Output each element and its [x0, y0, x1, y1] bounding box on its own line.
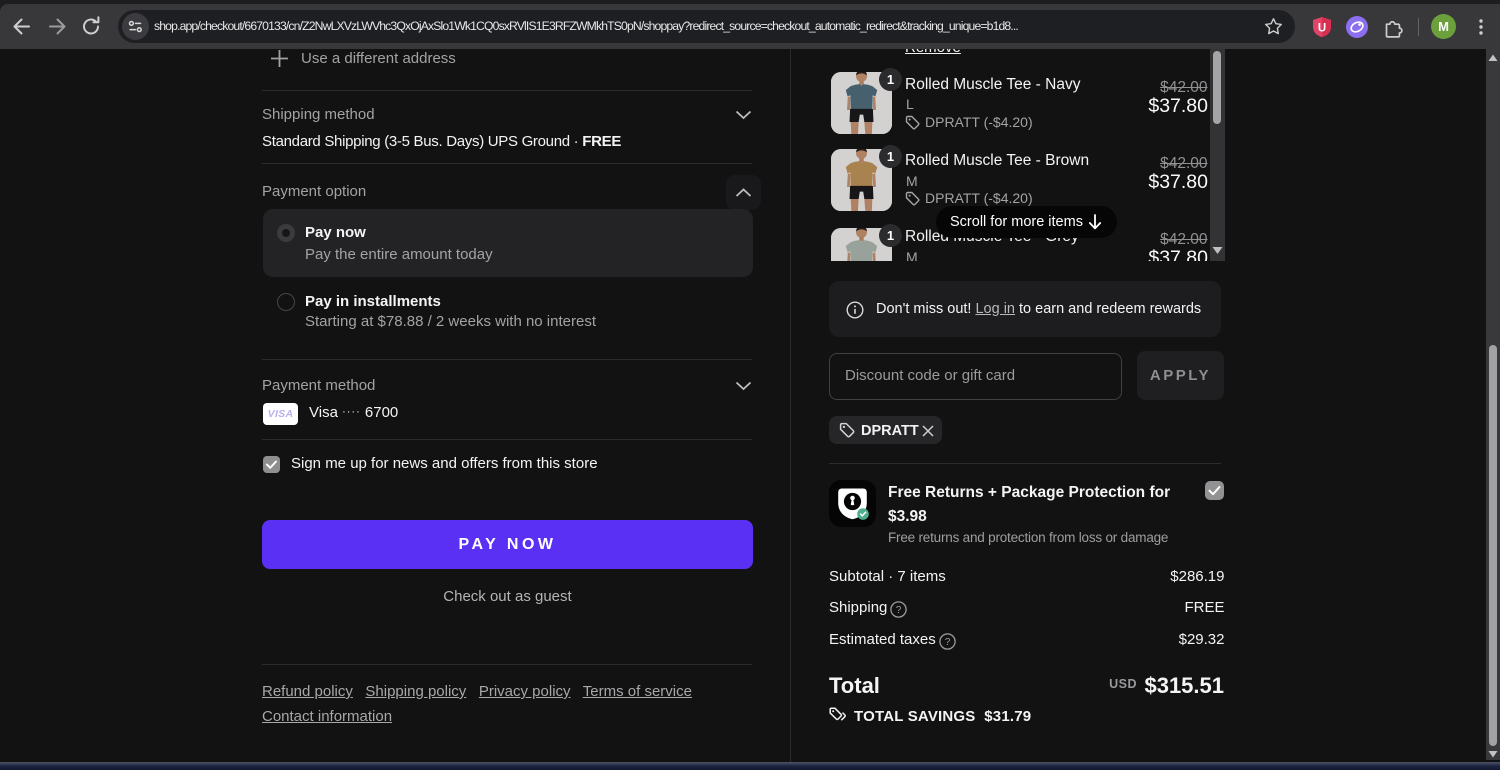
svg-text:U: U	[1318, 23, 1326, 35]
svg-text:?: ?	[945, 637, 951, 648]
svg-text:?: ?	[896, 605, 902, 616]
